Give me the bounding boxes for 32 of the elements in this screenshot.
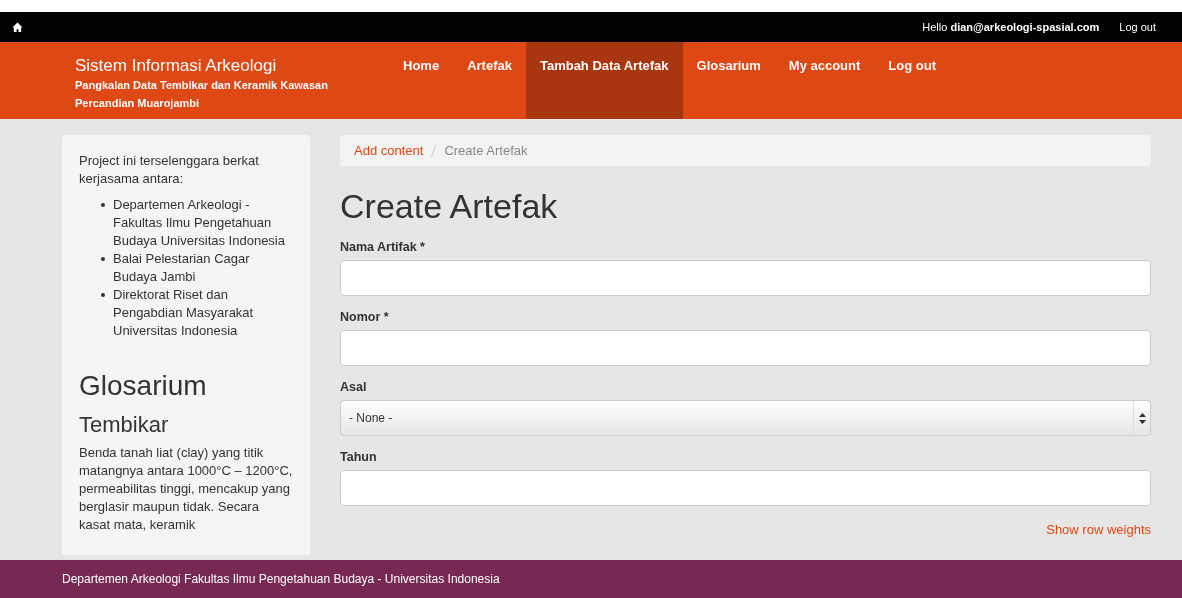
nav-link[interactable]: Artefak [453,42,526,119]
nav-link[interactable]: Log out [874,42,950,119]
partner-item: Departemen Arkeologi - Fakultas Ilmu Pengetahuan Budaya Universitas Indonesia [101,196,293,250]
field-label: Asal [340,380,368,394]
breadcrumb-current: Create Artefak [444,143,528,158]
term-heading: Tembikar [79,411,170,439]
partner-item: Direktorat Riset dan Pengabdian Masyarakat Universitas Indonesia [101,286,293,340]
input-field[interactable] [340,260,1151,296]
intro-text: Project ini terselenggara berkat kerjasama antara: [79,152,260,188]
partner-item: Balai Pelestarian Cagar Budaya Jambi [101,250,293,286]
input-field[interactable] [340,330,1151,366]
field-label: Nomor * [340,310,390,324]
site-title[interactable]: Sistem Informasi Arkeologi [75,56,365,76]
nav-link[interactable]: Home [389,42,454,119]
updown-icon [1138,412,1146,424]
definition-text: Benda tanah liat (clay) yang titik matangnya antara 1000°C – 1200°C, permeabilitas tinggi, mencakup yang berglasir maupun tidak. Secara kasat mata, keramik [79,444,293,534]
site-subtitle: Pangkalan Data Tembikar dan Keramik Kawasan Percandian Muarojambi [75,78,329,111]
field-label: Nama Artifak * [340,240,426,254]
footer-text: Departemen Arkeologi Fakultas Ilmu Pengetahuan Budaya - Universitas Indonesia [62,572,500,586]
select-field[interactable]: - None - [340,400,1151,436]
greeting-text: Hello dian@arkeologi-spasial.com [922,21,1100,33]
row-weights-link[interactable]: Show row weights [1046,522,1151,537]
nav-link[interactable]: Glosarium [682,42,775,119]
home-icon[interactable] [12,21,23,33]
field-label: Tahun [340,450,378,464]
logout-link[interactable]: Log out [1119,21,1156,33]
glossary-heading: Glosarium [79,369,208,403]
nav-link[interactable]: My account [774,42,875,119]
input-field[interactable] [340,470,1151,506]
nav-link[interactable]: Tambah Data Artefak [525,42,683,119]
page-title: Create Artefak [340,186,559,226]
breadcrumb-link[interactable]: Add content [354,143,424,158]
